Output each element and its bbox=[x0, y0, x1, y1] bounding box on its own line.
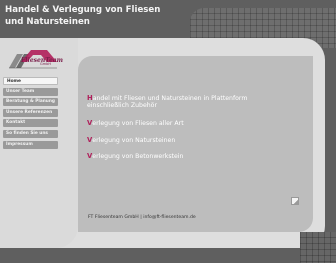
nav-item-unser-team[interactable]: Unser Team bbox=[3, 87, 58, 96]
nav-item-anfahrt[interactable]: So finden Sie uns bbox=[3, 129, 58, 138]
line-text: erlegung von Natursteinen bbox=[92, 137, 176, 144]
content-line: Verlegung von Natursteinen bbox=[87, 136, 176, 144]
nav-item-impressum[interactable]: Impressum bbox=[3, 140, 58, 149]
nav-item-referenzen[interactable]: Unsere Referenzen bbox=[3, 108, 58, 117]
line-text: einschließlich Zubehör bbox=[87, 102, 158, 109]
nav-item-kontakt[interactable]: Kontakt bbox=[3, 119, 58, 128]
content-line: einschließlich Zubehör bbox=[87, 102, 157, 109]
line-text: erlegung von Betonwerkstein bbox=[92, 153, 184, 160]
line-text: andel mit Fliesen und Natursteinen in Pl… bbox=[92, 95, 248, 102]
nav-item-home[interactable]: Home bbox=[3, 77, 58, 85]
footer-tile-pattern bbox=[300, 232, 336, 263]
line-text: erlegung von Fliesen aller Art bbox=[92, 120, 184, 127]
page-header-title: Handel & Verlegung von Fliesen und Natur… bbox=[5, 4, 160, 28]
content-line: Verlegung von Fliesen aller Art bbox=[87, 119, 184, 127]
header-title-line1: Handel & Verlegung von Fliesen bbox=[5, 5, 161, 15]
page-corner-icon[interactable] bbox=[291, 197, 299, 205]
main-navigation: Home Unser Team Beratung & Planung Unser… bbox=[3, 77, 58, 151]
logo-subtext: GmbH bbox=[40, 62, 51, 66]
footer-contact: FT Fliesenteam GmbH | info@ft-fliesentea… bbox=[88, 215, 196, 220]
content-line: Verlegung von Betonwerkstein bbox=[87, 152, 184, 160]
nav-item-beratung-planung[interactable]: Beratung & Planung bbox=[3, 98, 58, 107]
header-title-line2: und Natursteinen bbox=[5, 17, 90, 27]
